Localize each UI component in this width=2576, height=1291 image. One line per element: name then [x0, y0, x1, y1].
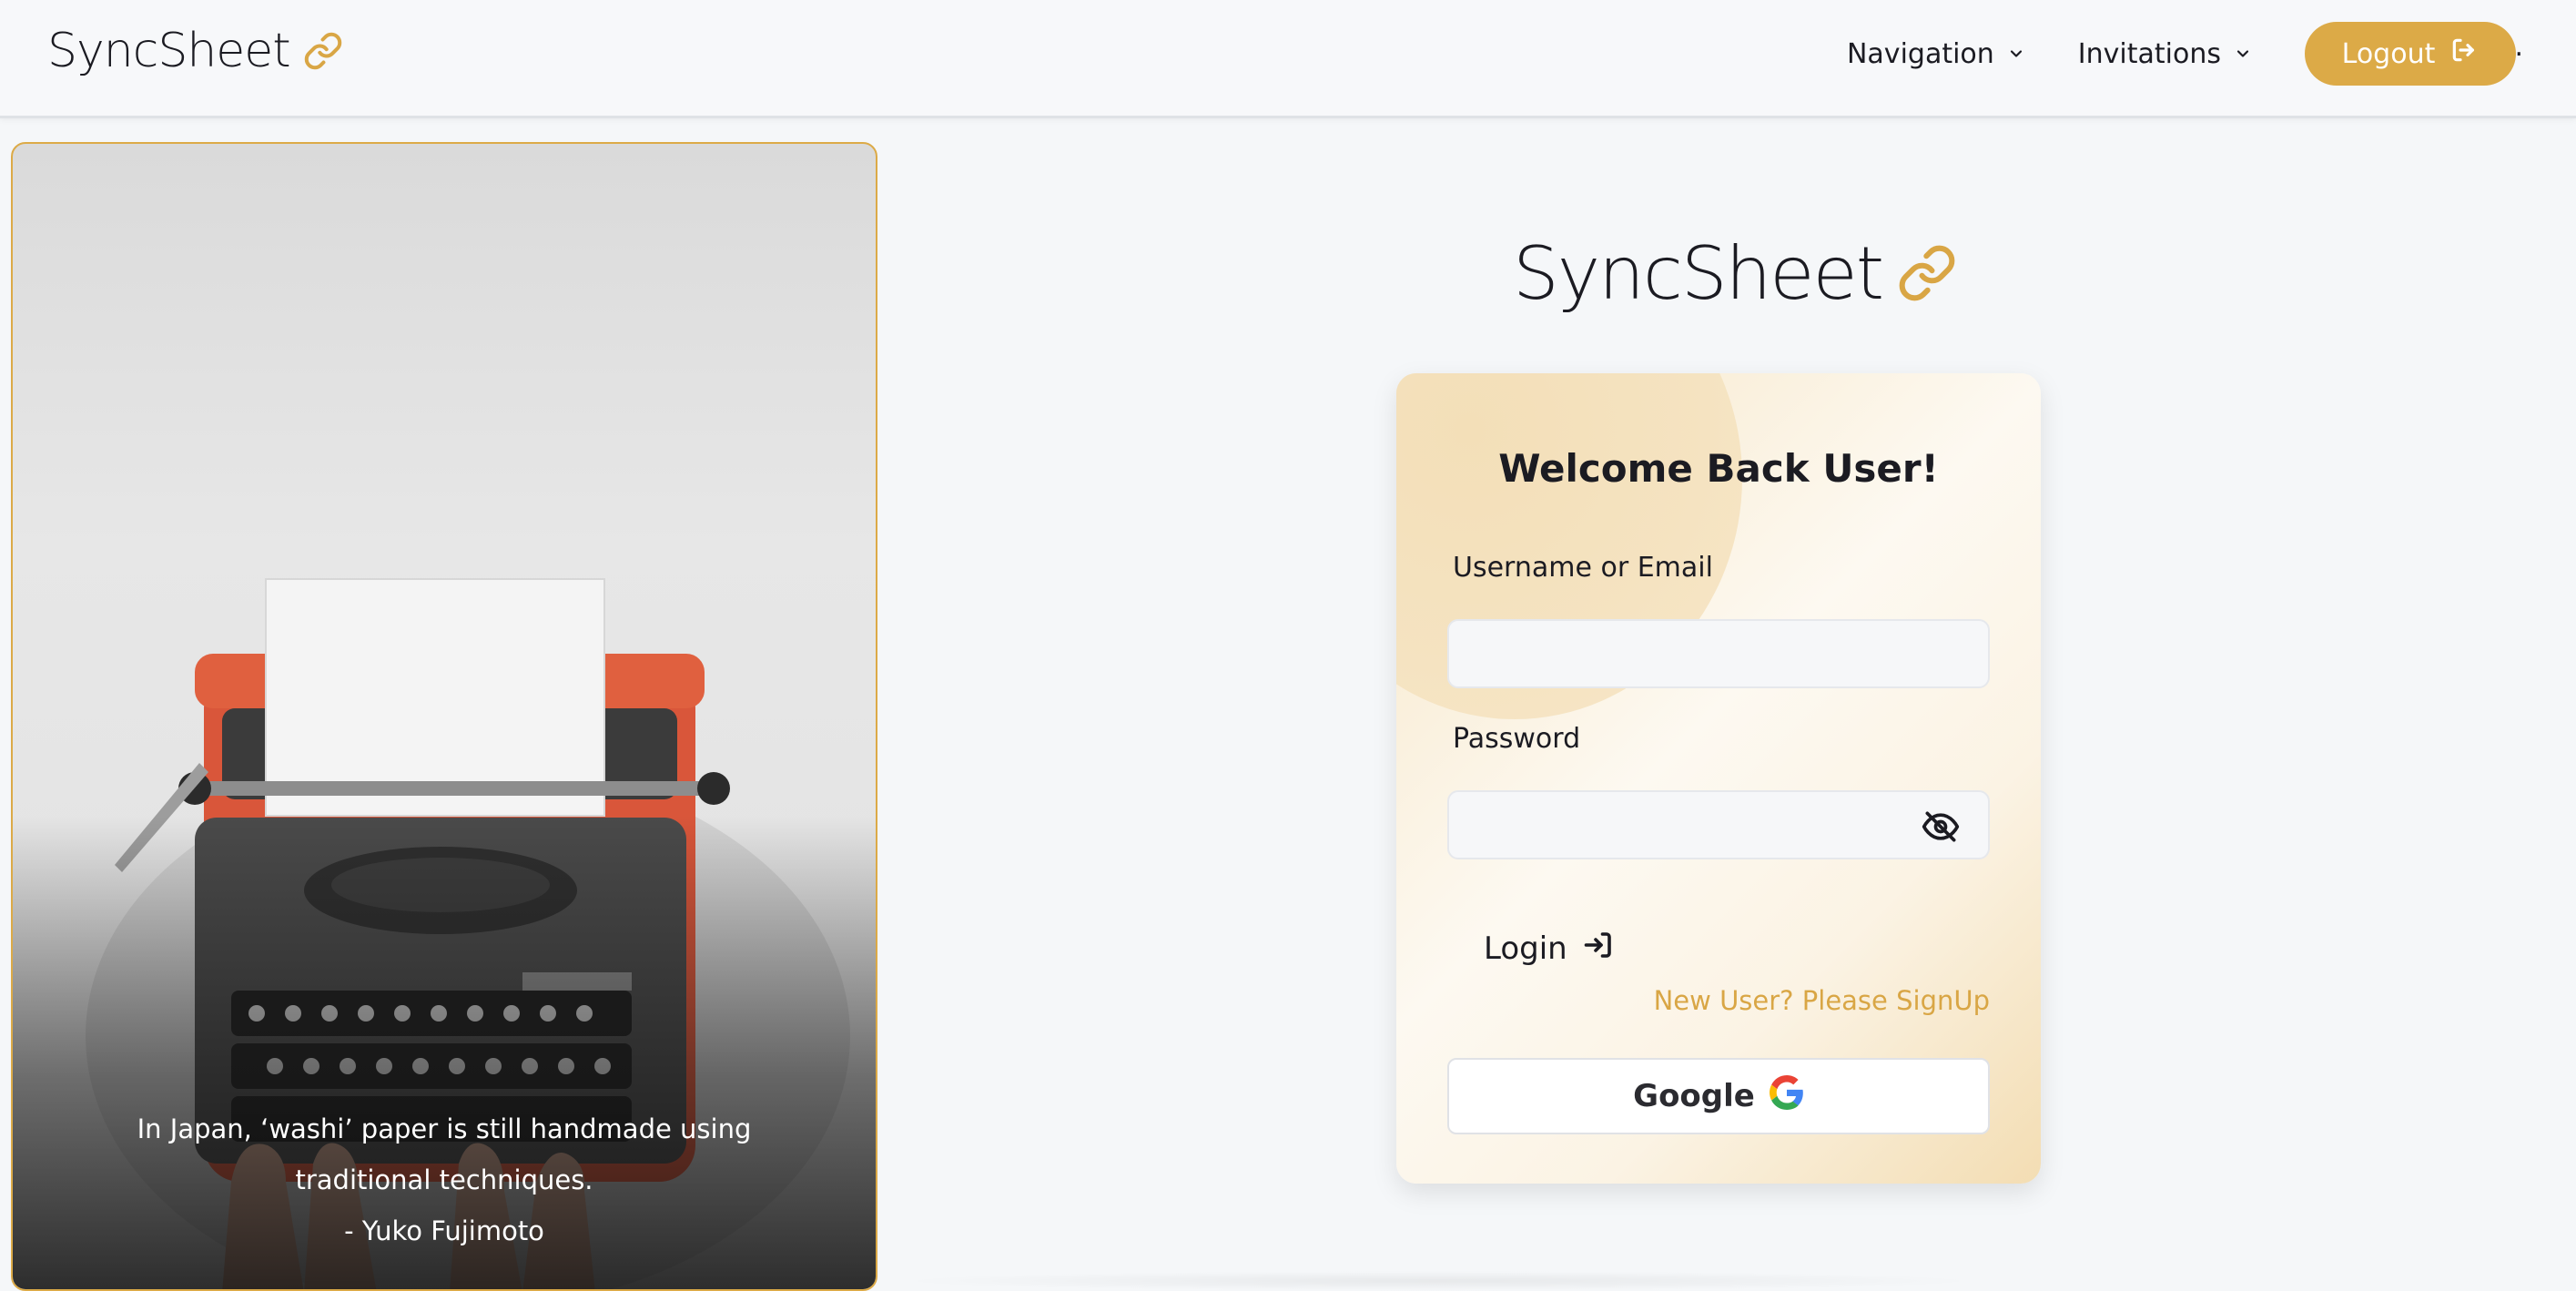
username-input[interactable] [1447, 619, 1990, 688]
typewriter-photo-card: In Japan, ‘washi’ paper is still handmad… [11, 142, 877, 1291]
link-icon [1897, 243, 1957, 303]
logout-icon [2449, 36, 2479, 72]
google-button-label: Google [1633, 1078, 1755, 1114]
signup-link[interactable]: New User? Please SignUp [1654, 985, 1990, 1016]
nav-invitations-label: Invitations [2077, 37, 2221, 70]
login-title: Welcome Back User! [1498, 446, 1939, 491]
google-signin-button[interactable]: Google [1447, 1058, 1990, 1134]
quote-author: - Yuko Fujimoto [344, 1215, 544, 1246]
password-label: Password [1453, 723, 1581, 755]
page-bottom-shadow [892, 1271, 1984, 1291]
login-button-label: Login [1484, 930, 1567, 967]
login-card: Welcome Back User! Username or Email Pas… [1396, 373, 2041, 1184]
login-brand-logo: SyncSheet [1513, 228, 1957, 319]
brand-name: SyncSheet [47, 24, 291, 78]
google-icon [1769, 1074, 1804, 1118]
nav-menu: Navigation Invitations Logout [1847, 22, 2516, 86]
quote-text: In Japan, ‘washi’ paper is still handmad… [137, 1113, 752, 1195]
sign-in-icon [1582, 929, 1615, 970]
chevron-down-icon [2234, 45, 2252, 63]
logout-button[interactable]: Logout [2305, 22, 2516, 86]
logout-label: Logout [2341, 37, 2436, 70]
brand-logo[interactable]: SyncSheet [47, 22, 343, 80]
link-icon [303, 31, 343, 71]
password-input[interactable] [1447, 790, 1990, 859]
photo-quote: In Japan, ‘washi’ paper is still handmad… [67, 1103, 821, 1256]
eye-off-icon[interactable] [1921, 807, 1961, 850]
nav-dropdown-invitations[interactable]: Invitations [2078, 38, 2252, 70]
nav-dropdown-navigation[interactable]: Navigation [1847, 38, 2025, 70]
login-button[interactable]: Login [1484, 916, 1615, 981]
username-label: Username or Email [1453, 552, 1713, 584]
nav-navigation-label: Navigation [1846, 37, 1994, 70]
top-navbar: SyncSheet Navigation Invitations Logout [0, 0, 2576, 118]
login-brand-name: SyncSheet [1513, 230, 1884, 316]
nav-trailing-dot: . [2514, 31, 2523, 63]
chevron-down-icon [2007, 45, 2025, 63]
